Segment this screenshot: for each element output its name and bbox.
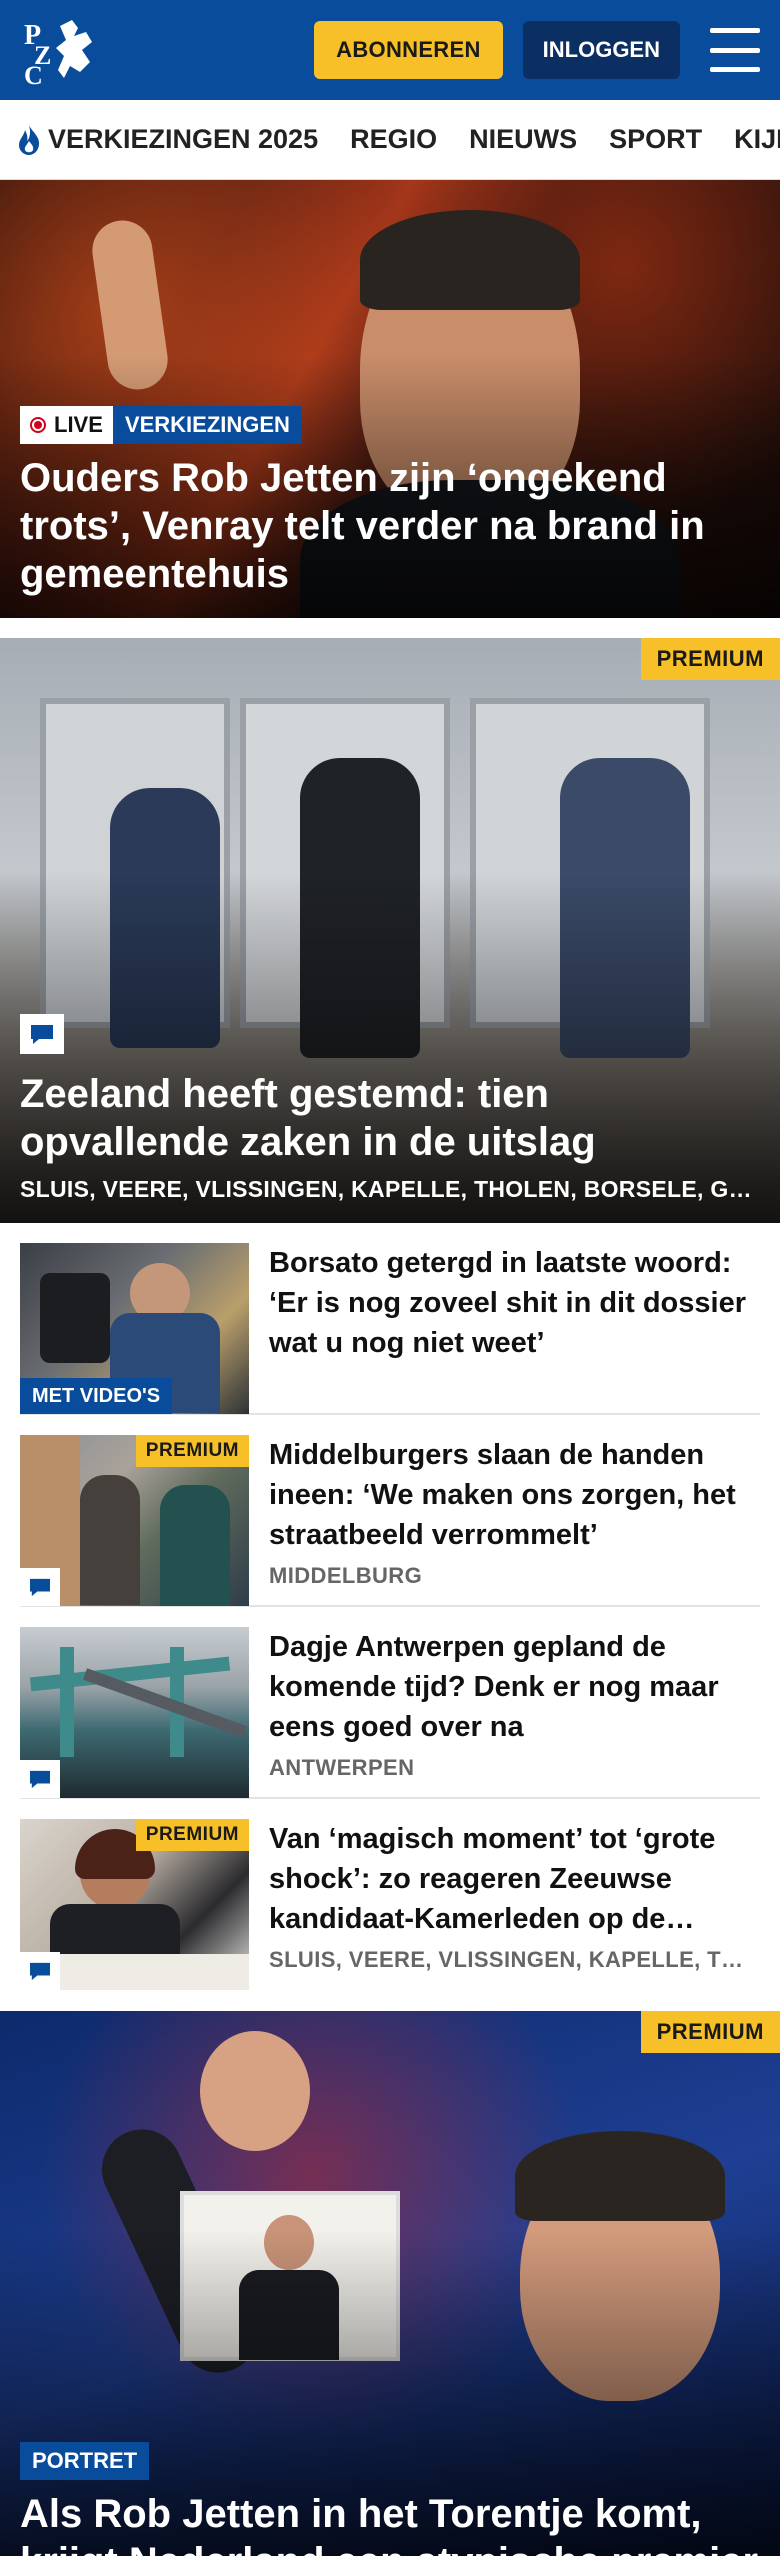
article-thumbnail <box>20 1627 249 1798</box>
list-item[interactable]: MET VIDEO'S Borsato getergd in laatste w… <box>20 1223 760 1415</box>
site-header: P Z C ABONNEREN INLOGGEN <box>0 0 780 100</box>
article-location: ANTWERPEN <box>269 1755 415 1780</box>
category-tag: PORTRET <box>20 2442 150 2480</box>
live-badge: LIVE <box>20 406 113 444</box>
hero-title[interactable]: Ouders Rob Jetten zijn ‘ongekend trots’,… <box>20 454 760 598</box>
hamburger-menu-icon[interactable] <box>710 28 760 72</box>
list-item[interactable]: PREMIUM Middelburgers slaan de handen in… <box>20 1415 760 1607</box>
article-title[interactable]: Borsato getergd in laatste woord: ‘Er is… <box>269 1243 760 1363</box>
article-title[interactable]: Van ‘magisch moment’ tot ‘grote shock’: … <box>269 1819 760 1939</box>
hero-article-zeeland[interactable]: PREMIUM Zeeland heeft gestemd: tien opva… <box>0 638 780 1223</box>
article-thumbnail: MET VIDEO'S <box>20 1243 249 1414</box>
raised-fist <box>200 2031 310 2151</box>
nav-item-nieuws[interactable]: NIEUWS <box>469 124 577 155</box>
comment-icon <box>20 1952 60 1990</box>
comment-icon <box>20 1014 64 1054</box>
article-location: MIDDELBURG <box>269 1563 423 1588</box>
nav-item-sport[interactable]: SPORT <box>609 124 702 155</box>
list-item[interactable]: PREMIUM Van ‘magisch moment’ tot ‘grote … <box>20 1799 760 1991</box>
hero-image-hair <box>360 210 580 310</box>
flame-icon <box>19 124 40 155</box>
premium-badge: PREMIUM <box>640 638 780 680</box>
nav-item-regio[interactable]: REGIO <box>350 124 437 155</box>
premium-badge: PREMIUM <box>640 2011 780 2053</box>
live-dot-icon <box>30 417 46 433</box>
article-thumbnail: PREMIUM <box>20 1819 249 1990</box>
article-list: MET VIDEO'S Borsato getergd in laatste w… <box>0 1223 780 1991</box>
location-tags: SLUIS, VEERE, VLISSINGEN, KAPELLE, THOLE… <box>20 1176 760 1202</box>
category-tag: VERKIEZINGEN <box>112 406 302 444</box>
portrait-hair <box>515 2131 725 2221</box>
article-title[interactable]: Dagje Antwerpen gepland de komende tijd?… <box>269 1627 760 1747</box>
nav-item-verkiezingen[interactable]: VERKIEZINGEN 2025 <box>16 124 318 156</box>
article-thumbnail: PREMIUM <box>20 1435 249 1606</box>
hero-article-election-live[interactable]: LIVE VERKIEZINGEN Ouders Rob Jetten zijn… <box>0 180 780 618</box>
premium-badge: PREMIUM <box>135 1435 249 1467</box>
pzc-logo[interactable]: P Z C <box>20 10 110 90</box>
article-title[interactable]: Middelburgers slaan de handen ineen: ‘We… <box>269 1435 760 1555</box>
comment-icon <box>20 1760 60 1798</box>
nav-item-label: VERKIEZINGEN 2025 <box>48 124 319 154</box>
hero-article-portret[interactable]: PREMIUM PORTRET Als Rob Jetten in het To… <box>0 2011 780 2556</box>
subscribe-button[interactable]: ABONNEREN <box>314 21 503 79</box>
premium-badge: PREMIUM <box>135 1819 249 1851</box>
nav-item-kijk[interactable]: KIJK <box>734 124 780 155</box>
login-button[interactable]: INLOGGEN <box>522 21 680 79</box>
svg-text:C: C <box>24 61 43 86</box>
main-nav: VERKIEZINGEN 2025 REGIO NIEUWS SPORT KIJ… <box>0 100 780 180</box>
list-item[interactable]: Dagje Antwerpen gepland de komende tijd?… <box>20 1607 760 1799</box>
comment-icon <box>20 1568 60 1606</box>
pzc-logo-icon: P Z C <box>24 20 92 86</box>
hero-title[interactable]: Zeeland heeft gestemd: tien opvallende z… <box>20 1070 760 1166</box>
article-location: SLUIS, VEERE, VLISSINGEN, KAPELLE, THOLE… <box>269 1947 759 1972</box>
hero-title[interactable]: Als Rob Jetten in het Torentje komt, kri… <box>20 2490 760 2556</box>
video-badge: MET VIDEO'S <box>20 1378 173 1414</box>
